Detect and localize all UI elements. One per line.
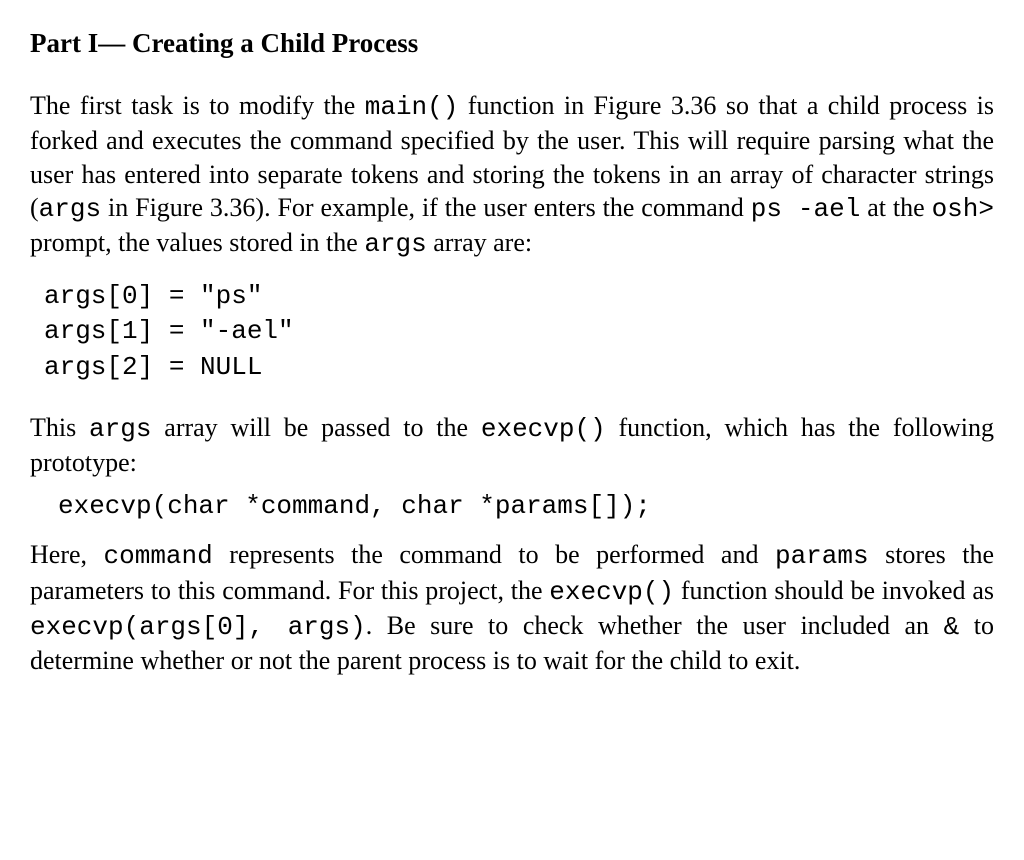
heading-part: Part I	[30, 28, 98, 58]
p1-code-osh: osh>	[932, 194, 994, 224]
p1-code-args2: args	[364, 229, 426, 259]
p1-t1: The first task is to modify the	[30, 91, 365, 120]
p2-code-args: args	[89, 414, 151, 444]
p1-t6: array are:	[427, 228, 532, 257]
p1-code-main: main()	[365, 92, 459, 122]
p1-code-psael: ps -ael	[751, 194, 861, 224]
p3-t4: function should be invoked as	[674, 576, 994, 605]
p2-t1: This	[30, 413, 89, 442]
p3-t2: represents the command to be performed a…	[213, 540, 775, 569]
p1-t4: at the	[860, 193, 931, 222]
heading-dash: —	[98, 28, 125, 59]
p2-code-execvp: execvp()	[481, 414, 606, 444]
p3-code-execvp: execvp()	[549, 577, 674, 607]
p1-t5: prompt, the values stored in the	[30, 228, 364, 257]
heading-title: Creating a Child Process	[125, 28, 418, 58]
document-page: Part I— Creating a Child Process The fir…	[0, 0, 1024, 715]
p3-code-params: params	[775, 541, 869, 571]
p3-code-ampersand: &	[944, 612, 960, 642]
section-heading: Part I— Creating a Child Process	[30, 28, 994, 59]
p2-t2: array will be passed to the	[151, 413, 480, 442]
p3-code-command: command	[104, 541, 213, 571]
p3-code-invocation: execvp(args[0], args)	[30, 612, 366, 642]
paragraph-1: The first task is to modify the main() f…	[30, 89, 994, 261]
code-block-prototype: execvp(char *command, char *params[]);	[58, 489, 994, 524]
paragraph-3: Here, command represents the command to …	[30, 538, 994, 677]
p1-t3: in Figure 3.36). For example, if the use…	[101, 193, 751, 222]
paragraph-2: This args array will be passed to the ex…	[30, 411, 994, 480]
code-block-args: args[0] = "ps" args[1] = "-ael" args[2] …	[44, 279, 994, 384]
p3-t1: Here,	[30, 540, 104, 569]
p3-t5: . Be sure to check whether the user incl…	[366, 611, 944, 640]
p1-code-args1: args	[39, 194, 101, 224]
